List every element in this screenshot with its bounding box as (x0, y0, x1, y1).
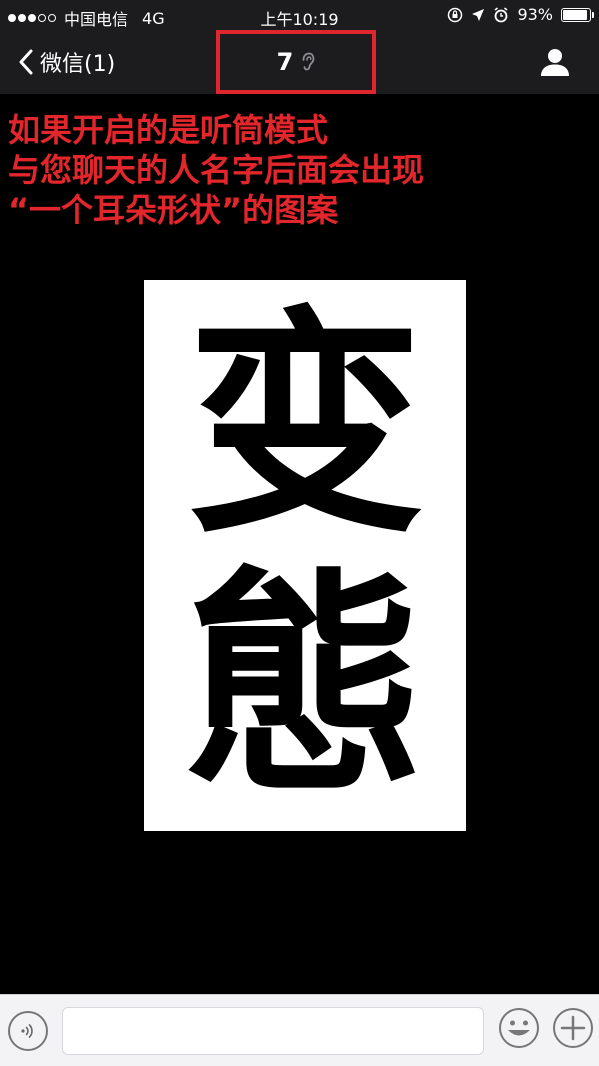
input-bar (0, 994, 599, 1066)
chat-screen: 中国电信 4G 上午10:19 93% 微信(1) 7 如果开启的是听筒模式 与… (0, 0, 599, 1066)
annotation-text: 如果开启的是听筒模式 与您聊天的人名字后面会出现 “一个耳朵形状”的图案 (8, 110, 424, 230)
battery-percent: 93% (517, 5, 553, 24)
voice-icon (21, 1024, 33, 1038)
calligraphy-character: 態 (186, 545, 424, 825)
message-input[interactable] (62, 1007, 484, 1055)
annotation-line: 如果开启的是听筒模式 (8, 111, 329, 149)
emoji-icon (499, 1008, 539, 1048)
chat-title: 7 (276, 48, 294, 76)
back-label: 微信(1) (40, 52, 116, 77)
contact-info-button[interactable] (539, 46, 571, 78)
battery-fill (563, 9, 588, 20)
emoji-button[interactable] (498, 1007, 540, 1049)
orientation-lock-icon (448, 7, 463, 22)
status-bar: 中国电信 4G 上午10:19 93% (0, 0, 599, 30)
nav-bar: 微信(1) 7 (0, 30, 599, 94)
location-arrow-icon (472, 8, 485, 21)
ear-icon (301, 52, 315, 72)
calligraphy-character: 变 (186, 285, 424, 565)
alarm-icon (494, 6, 508, 22)
image-message[interactable]: 变 態 (144, 280, 466, 831)
status-right: 93% (447, 5, 594, 24)
plus-icon (553, 1008, 593, 1048)
contact-icon (541, 49, 569, 76)
voice-button[interactable] (8, 1011, 48, 1051)
chat-title-highlight: 7 (216, 30, 376, 94)
annotation-line: 与您聊天的人名字后面会出现 (8, 151, 425, 189)
battery-icon (561, 7, 594, 22)
chevron-left-icon (19, 49, 33, 75)
back-button[interactable]: 微信(1) (18, 46, 115, 78)
annotation-line: “一个耳朵形状”的图案 (8, 191, 339, 229)
more-options-button[interactable] (552, 1007, 594, 1049)
